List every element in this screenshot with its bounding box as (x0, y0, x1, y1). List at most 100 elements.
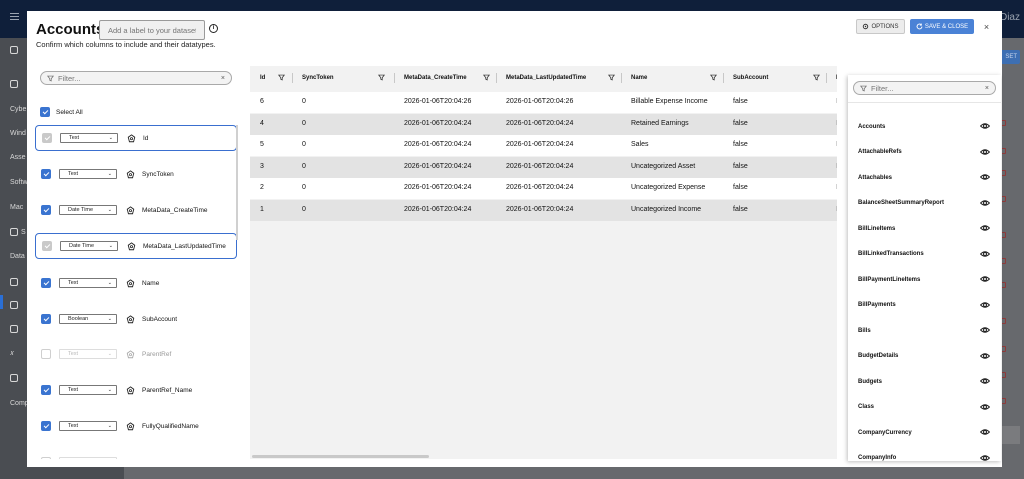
table-list-item[interactable]: Attachables (848, 165, 1001, 190)
key-icon[interactable] (126, 241, 136, 251)
table-row[interactable]: 1 0 2026-01-06T20:04:24 2026-01-06T20:04:24… (250, 199, 837, 221)
close-button[interactable]: × (978, 19, 995, 36)
sidebar-item[interactable] (10, 278, 18, 286)
sidebar-item[interactable] (10, 46, 18, 54)
sidebar-item[interactable] (10, 301, 18, 309)
column-filter-icon[interactable] (482, 74, 491, 83)
select-all-checkbox[interactable] (40, 107, 50, 117)
table-list-item[interactable]: CompanyInfo (848, 446, 1001, 462)
eye-icon[interactable] (979, 453, 991, 462)
column-checkbox[interactable] (41, 278, 51, 288)
info-icon[interactable]: i (209, 24, 218, 33)
column-checkbox[interactable] (41, 349, 51, 359)
sidebar-item[interactable]: Asse (10, 154, 26, 161)
column-checkbox[interactable] (41, 205, 51, 215)
column-row[interactable]: Text ⌄ SyncToken (35, 161, 237, 187)
datatype-select[interactable]: Text ⌄ (59, 278, 117, 288)
table-list-item[interactable]: BillPaymentLineItems (848, 267, 1001, 292)
eye-icon[interactable] (979, 172, 991, 182)
sidebar-item[interactable]: Comp (10, 400, 29, 407)
column-divider[interactable] (826, 73, 827, 83)
table-list-item[interactable]: BudgetDetails (848, 344, 1001, 369)
datatype-select[interactable]: Text ⌄ (59, 421, 117, 431)
column-row[interactable]: Boolean ⌄ SubAccount (35, 306, 237, 332)
table-list-item[interactable]: BalanceSheetSummaryReport (848, 191, 1001, 216)
sidebar-item[interactable] (10, 80, 18, 88)
table-header[interactable]: SyncToken (302, 66, 334, 90)
key-icon[interactable] (125, 421, 135, 431)
sidebar-item[interactable]: S (10, 228, 26, 236)
table-header[interactable]: SubAccount (733, 66, 768, 90)
column-filter-icon[interactable] (377, 74, 386, 83)
eye-icon[interactable] (979, 249, 991, 259)
table-list-item[interactable]: Class (848, 395, 1001, 420)
column-row[interactable]: Text ⌄ ParentRef_Name (35, 377, 237, 403)
table-row[interactable]: 3 0 2026-01-06T20:04:24 2026-01-06T20:04:24… (250, 156, 837, 178)
eye-icon[interactable] (979, 121, 991, 131)
table-horizontal-scrollbar[interactable] (252, 455, 429, 458)
table-row[interactable]: 4 0 2026-01-06T20:04:24 2026-01-06T20:04:24… (250, 113, 837, 135)
column-divider[interactable] (292, 73, 293, 83)
eye-icon[interactable] (979, 325, 991, 335)
key-icon[interactable] (125, 169, 135, 179)
column-filter-input[interactable]: Filter... × (40, 71, 232, 85)
table-filter-input[interactable]: Filter... × (853, 81, 996, 95)
table-header[interactable]: Name (631, 66, 647, 90)
clear-filter-icon[interactable]: × (985, 85, 989, 92)
column-list-scrollbar[interactable] (236, 125, 238, 240)
datatype-select[interactable]: Text ⌄ (60, 133, 118, 143)
table-header[interactable]: MetaData_LastUpdatedTime (506, 66, 586, 90)
column-filter-icon[interactable] (812, 74, 821, 83)
key-icon[interactable] (125, 278, 135, 288)
column-checkbox[interactable] (42, 133, 52, 143)
save-close-button[interactable]: SAVE & CLOSE (910, 19, 974, 34)
column-divider[interactable] (394, 73, 395, 83)
sidebar-item[interactable]: Cybe (10, 106, 26, 113)
table-list-item[interactable]: AttachableRefs (848, 140, 1001, 165)
datatype-select[interactable]: Text ⌄ (59, 169, 117, 179)
key-icon[interactable] (125, 385, 135, 395)
eye-icon[interactable] (979, 351, 991, 361)
eye-icon[interactable] (979, 300, 991, 310)
eye-icon[interactable] (979, 223, 991, 233)
column-filter-icon[interactable] (709, 74, 718, 83)
clear-filter-icon[interactable]: × (221, 75, 225, 82)
sidebar-item[interactable]: Wind (10, 130, 26, 137)
sidebar-item[interactable]: 𝑥 (10, 350, 14, 358)
datatype-select[interactable]: ⌄ (59, 457, 117, 459)
column-divider[interactable] (723, 73, 724, 83)
eye-icon[interactable] (979, 376, 991, 386)
column-row[interactable]: Text ⌄ Id (35, 125, 237, 151)
table-list-item[interactable]: CompanyCurrency (848, 420, 1001, 445)
table-list-item[interactable]: BillLinkedTransactions (848, 242, 1001, 267)
eye-icon[interactable] (979, 274, 991, 284)
column-row[interactable]: ⌄ (35, 449, 237, 459)
table-header[interactable]: Id (260, 66, 265, 90)
sidebar-item[interactable] (10, 325, 18, 333)
table-row[interactable]: 2 0 2026-01-06T20:04:24 2026-01-06T20:04:24… (250, 178, 837, 199)
table-list-item[interactable]: BillLineItems (848, 216, 1001, 241)
datatype-select[interactable]: Text ⌄ (59, 385, 117, 395)
dataset-label-input[interactable] (99, 20, 205, 40)
column-row[interactable]: Date Time ⌄ MetaData_CreateTime (35, 197, 237, 223)
table-list-item[interactable]: Accounts (848, 114, 1001, 139)
sidebar-item[interactable]: Mac (10, 204, 23, 211)
eye-icon[interactable] (979, 147, 991, 157)
column-filter-icon[interactable] (607, 74, 616, 83)
datatype-select[interactable]: Date Time ⌄ (60, 241, 118, 251)
eye-icon[interactable] (979, 427, 991, 437)
table-list-item[interactable]: Budgets (848, 369, 1001, 394)
options-button[interactable]: OPTIONS (856, 19, 905, 34)
column-row[interactable]: Text ⌄ FullyQualifiedName (35, 413, 237, 439)
column-checkbox[interactable] (41, 457, 51, 459)
datatype-select[interactable]: Text ⌄ (59, 349, 117, 359)
key-icon[interactable] (126, 133, 136, 143)
key-icon[interactable] (125, 205, 135, 215)
column-row[interactable]: Text ⌄ ParentRef (35, 341, 237, 367)
table-list-item[interactable]: BillPayments (848, 293, 1001, 318)
key-icon[interactable] (125, 349, 135, 359)
column-checkbox[interactable] (41, 421, 51, 431)
user-name[interactable]: Diaz (1000, 12, 1020, 23)
column-row[interactable]: Date Time ⌄ MetaData_LastUpdatedTime (35, 233, 237, 259)
datatype-select[interactable]: Boolean ⌄ (59, 314, 117, 324)
